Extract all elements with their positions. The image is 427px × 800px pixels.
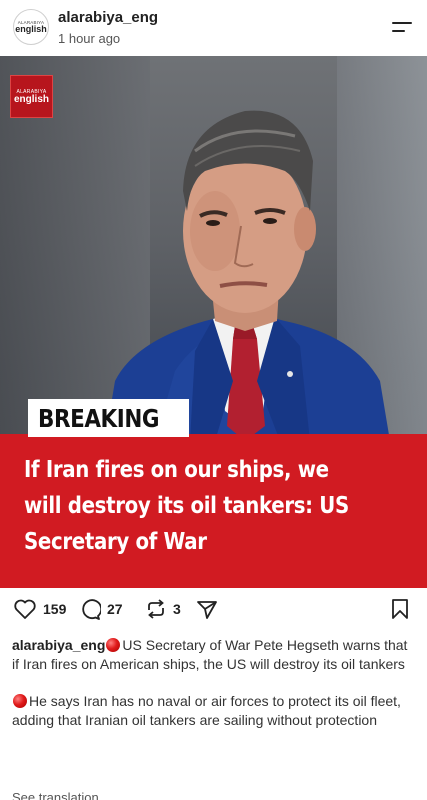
red-circle-emoji <box>106 638 121 652</box>
comment-icon <box>82 599 101 620</box>
username[interactable]: alarabiya_eng <box>58 9 158 26</box>
logo-text-bottom: english <box>13 93 49 105</box>
repost-button[interactable]: 3 <box>145 598 181 620</box>
avatar-logo-bottom: english <box>15 24 47 34</box>
man-in-suit-photo <box>105 110 390 441</box>
breaking-text: BREAKING <box>38 403 160 433</box>
share-icon <box>197 601 217 619</box>
bookmark-button[interactable] <box>390 598 410 620</box>
comment-count: 27 <box>107 601 123 617</box>
post-timestamp: 1 hour ago <box>58 31 121 46</box>
headline: If Iran fires on our ships, we will dest… <box>24 452 404 560</box>
menu-icon[interactable] <box>390 20 416 40</box>
avatar[interactable]: ALARABIYA english <box>13 9 49 45</box>
see-translation-link[interactable]: See translation <box>12 790 99 800</box>
repost-count: 3 <box>173 601 181 617</box>
like-button[interactable]: 159 <box>13 598 66 620</box>
repost-icon <box>148 599 164 619</box>
caption-username[interactable]: alarabiya_eng <box>12 637 105 653</box>
action-bar: 159 27 3 <box>0 590 427 630</box>
caption-paragraph-2: He says Iran has no naval or air forces … <box>12 692 417 730</box>
post-image[interactable]: ALARABIYA english BREAKING If Iran fires… <box>0 56 427 588</box>
headline-line-2: will destroy its oil tankers: US <box>24 493 349 519</box>
comment-button[interactable]: 27 <box>79 598 123 620</box>
headline-line-1: If Iran fires on our ships, we <box>24 457 329 483</box>
post-header: ALARABIYA english alarabiya_eng 1 hour a… <box>0 0 427 56</box>
share-button[interactable] <box>196 598 218 620</box>
headline-line-3: Secretary of War <box>24 529 207 555</box>
heart-icon <box>14 599 36 619</box>
like-count: 159 <box>43 601 67 617</box>
bookmark-icon <box>392 599 408 619</box>
alarabiya-logo: ALARABIYA english <box>10 75 53 118</box>
red-circle-emoji <box>13 694 27 708</box>
post-caption: alarabiya_eng US Secretary of War Pete He… <box>12 636 417 748</box>
caption-text-2: He says Iran has no naval or air forces … <box>12 693 401 728</box>
caption-paragraph-1: alarabiya_eng US Secretary of War Pete He… <box>12 636 417 674</box>
breaking-label: BREAKING <box>28 399 189 437</box>
